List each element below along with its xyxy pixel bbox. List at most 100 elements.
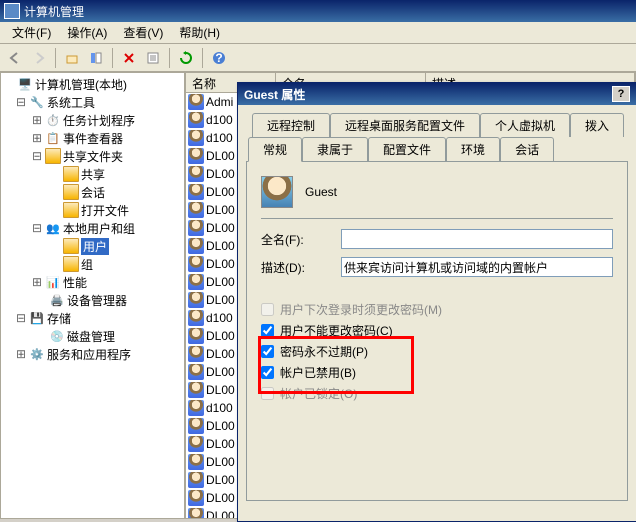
forward-button[interactable] bbox=[28, 47, 50, 69]
window-title: 计算机管理 bbox=[24, 3, 84, 20]
tab-dialin[interactable]: 拨入 bbox=[570, 113, 624, 137]
toolbar: ? bbox=[0, 44, 636, 72]
tree-shared-folders[interactable]: ⊟共享文件夹 bbox=[3, 147, 182, 165]
menu-action[interactable]: 操作(A) bbox=[59, 22, 115, 43]
tab-environment[interactable]: 环境 bbox=[446, 137, 500, 161]
list-item-name: DL00 bbox=[206, 293, 235, 307]
tab-member-of[interactable]: 隶属于 bbox=[302, 137, 368, 161]
chk-must-change bbox=[261, 303, 274, 316]
back-button[interactable] bbox=[4, 47, 26, 69]
user-icon bbox=[188, 292, 204, 308]
user-icon bbox=[188, 472, 204, 488]
user-icon bbox=[188, 94, 204, 110]
user-icon bbox=[188, 184, 204, 200]
refresh-button[interactable] bbox=[175, 47, 197, 69]
chk-locked-row: 帐户已锁定(O) bbox=[261, 385, 613, 402]
user-icon bbox=[188, 382, 204, 398]
tree-services-apps[interactable]: ⊞⚙️服务和应用程序 bbox=[3, 345, 182, 363]
tree-storage[interactable]: ⊟💾存储 bbox=[3, 309, 182, 327]
list-item-name: d100 bbox=[206, 311, 233, 325]
list-item-name: d100 bbox=[206, 113, 233, 127]
list-item-name: DL00 bbox=[206, 257, 235, 271]
tree-device-manager[interactable]: 🖨️设备管理器 bbox=[3, 291, 182, 309]
tree-shares[interactable]: 共享 bbox=[3, 165, 182, 183]
user-icon bbox=[188, 436, 204, 452]
list-item-name: DL00 bbox=[206, 329, 235, 343]
tab-rds-profile[interactable]: 远程桌面服务配置文件 bbox=[330, 113, 480, 137]
tab-remote-control[interactable]: 远程控制 bbox=[252, 113, 330, 137]
list-item-name: DL00 bbox=[206, 473, 235, 487]
list-item-name: DL00 bbox=[206, 437, 235, 451]
user-icon bbox=[188, 490, 204, 506]
chk-cannot-change[interactable] bbox=[261, 324, 274, 337]
svg-text:?: ? bbox=[215, 51, 222, 65]
tab-profile[interactable]: 配置文件 bbox=[368, 137, 446, 161]
user-icon bbox=[188, 454, 204, 470]
tree-users[interactable]: 用户 bbox=[3, 237, 182, 255]
user-icon bbox=[188, 112, 204, 128]
list-item-name: DL00 bbox=[206, 509, 235, 519]
tree-event-viewer[interactable]: ⊞📋事件查看器 bbox=[3, 129, 182, 147]
menu-file[interactable]: 文件(F) bbox=[4, 22, 59, 43]
user-icon bbox=[188, 220, 204, 236]
up-button[interactable] bbox=[61, 47, 83, 69]
list-item-name: DL00 bbox=[206, 491, 235, 505]
tree-root[interactable]: 🖥️计算机管理(本地) bbox=[3, 75, 182, 93]
user-icon bbox=[188, 310, 204, 326]
list-item-name: DL00 bbox=[206, 203, 235, 217]
user-icon bbox=[188, 364, 204, 380]
desc-input[interactable] bbox=[341, 257, 613, 277]
user-icon bbox=[188, 166, 204, 182]
tab-general[interactable]: 常规 bbox=[248, 137, 302, 162]
username-label: Guest bbox=[305, 185, 337, 199]
dialog-help-button[interactable]: ? bbox=[612, 86, 630, 102]
tree-view[interactable]: 🖥️计算机管理(本地) ⊟🔧系统工具 ⊞⏱️任务计划程序 ⊞📋事件查看器 ⊟共享… bbox=[0, 72, 185, 519]
user-icon bbox=[188, 400, 204, 416]
properties-button[interactable] bbox=[142, 47, 164, 69]
list-item-name: DL00 bbox=[206, 185, 235, 199]
chk-never-expire-row[interactable]: 密码永不过期(P) bbox=[261, 343, 613, 360]
properties-dialog: Guest 属性 ? 远程控制 远程桌面服务配置文件 个人虚拟机 拨入 常规 隶… bbox=[237, 82, 636, 522]
chk-must-change-row: 用户下次登录时须更改密码(M) bbox=[261, 301, 613, 318]
tree-groups[interactable]: 组 bbox=[3, 255, 182, 273]
chk-cannot-change-row[interactable]: 用户不能更改密码(C) bbox=[261, 322, 613, 339]
list-item-name: DL00 bbox=[206, 167, 235, 181]
user-icon bbox=[188, 418, 204, 434]
user-icon bbox=[261, 176, 293, 208]
user-icon bbox=[188, 346, 204, 362]
tree-system-tools[interactable]: ⊟🔧系统工具 bbox=[3, 93, 182, 111]
list-item-name: DL00 bbox=[206, 383, 235, 397]
user-icon bbox=[188, 508, 204, 519]
chk-disabled[interactable] bbox=[261, 366, 274, 379]
tree-disk-management[interactable]: 💿磁盘管理 bbox=[3, 327, 182, 345]
user-icon bbox=[188, 274, 204, 290]
delete-button[interactable] bbox=[118, 47, 140, 69]
list-item-name: DL00 bbox=[206, 275, 235, 289]
app-icon bbox=[4, 3, 20, 19]
list-item-name: DL00 bbox=[206, 221, 235, 235]
menu-help[interactable]: 帮助(H) bbox=[171, 22, 228, 43]
desc-label: 描述(D): bbox=[261, 259, 341, 276]
show-hide-button[interactable] bbox=[85, 47, 107, 69]
list-item-name: d100 bbox=[206, 131, 233, 145]
list-item-name: DL00 bbox=[206, 239, 235, 253]
tab-sessions[interactable]: 会话 bbox=[500, 137, 554, 161]
tree-open-files[interactable]: 打开文件 bbox=[3, 201, 182, 219]
tree-sessions[interactable]: 会话 bbox=[3, 183, 182, 201]
list-item-name: DL00 bbox=[206, 347, 235, 361]
chk-never-expire[interactable] bbox=[261, 345, 274, 358]
help-button[interactable]: ? bbox=[208, 47, 230, 69]
dialog-titlebar[interactable]: Guest 属性 ? bbox=[238, 83, 636, 105]
chk-disabled-row[interactable]: 帐户已禁用(B) bbox=[261, 364, 613, 381]
fullname-label: 全名(F): bbox=[261, 231, 341, 248]
menu-bar: 文件(F) 操作(A) 查看(V) 帮助(H) bbox=[0, 22, 636, 44]
tree-performance[interactable]: ⊞📊性能 bbox=[3, 273, 182, 291]
user-icon bbox=[188, 148, 204, 164]
chk-locked bbox=[261, 387, 274, 400]
tab-personal-vm[interactable]: 个人虚拟机 bbox=[480, 113, 570, 137]
list-item-name: Admi bbox=[206, 95, 233, 109]
menu-view[interactable]: 查看(V) bbox=[115, 22, 171, 43]
tree-task-scheduler[interactable]: ⊞⏱️任务计划程序 bbox=[3, 111, 182, 129]
tree-local-users-groups[interactable]: ⊟👥本地用户和组 bbox=[3, 219, 182, 237]
fullname-input[interactable] bbox=[341, 229, 613, 249]
